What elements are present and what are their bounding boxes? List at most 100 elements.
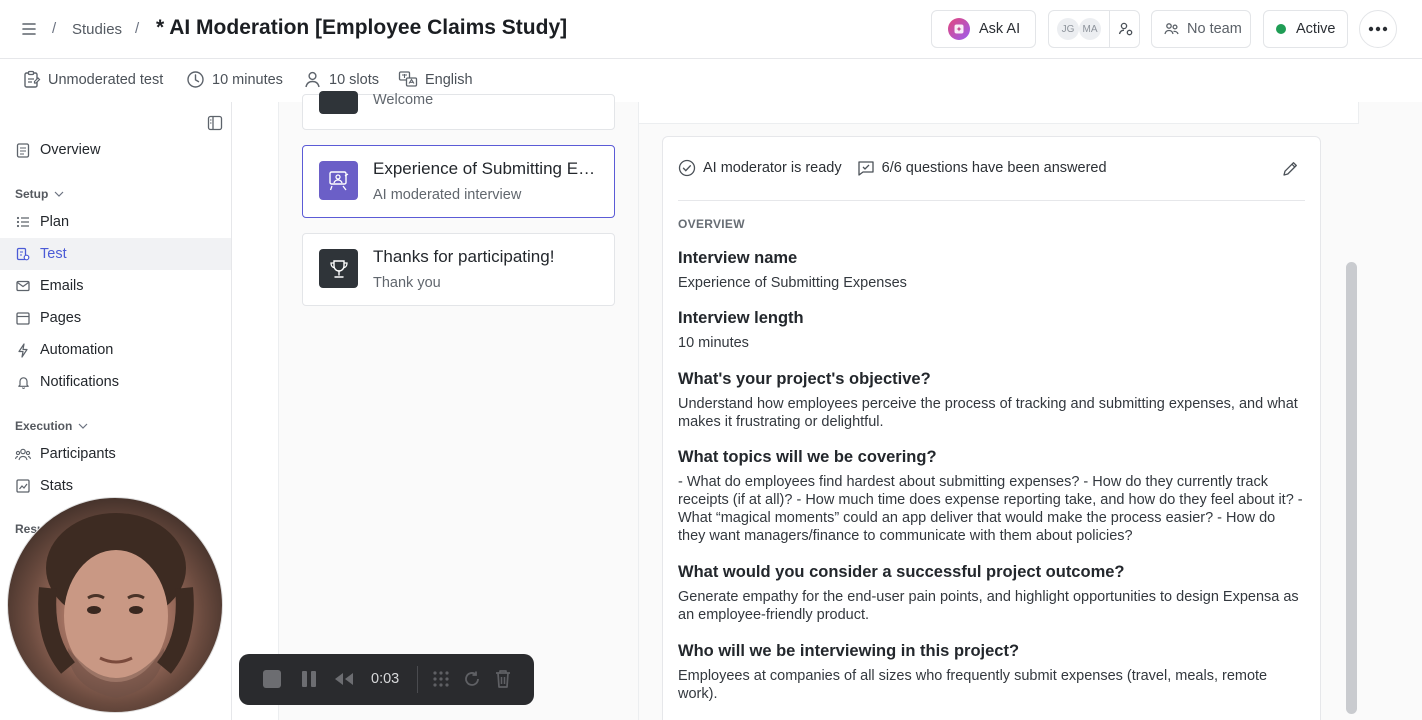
divider	[1109, 11, 1110, 47]
language-label: English	[425, 71, 473, 88]
chevron-down-icon	[54, 191, 64, 197]
bell-icon	[15, 375, 31, 389]
rewind-icon	[335, 673, 353, 685]
step-card-ai-interview[interactable]: Experience of Submitting Expenses AI mod…	[302, 145, 615, 218]
collaborators-group[interactable]: JG MA	[1048, 10, 1140, 48]
ask-ai-button[interactable]: Ask AI	[931, 10, 1036, 48]
sidebar-item-emails[interactable]: Emails	[0, 270, 231, 302]
team-selector-button[interactable]: No team	[1151, 10, 1251, 48]
webcam-preview[interactable]	[7, 497, 223, 713]
avatar[interactable]: MA	[1079, 18, 1101, 40]
field-heading: What's your project's objective?	[678, 370, 931, 388]
test-duration: 10 minutes	[186, 70, 283, 89]
step-title: Experience of Submitting Expenses	[373, 159, 598, 178]
recording-timer: 0:03	[371, 671, 400, 687]
rewind-button[interactable]	[333, 668, 355, 690]
drag-handle[interactable]	[430, 668, 452, 690]
field-heading: Interview name	[678, 249, 798, 267]
sidebar-collapse-icon[interactable]	[206, 114, 224, 132]
restart-recording-button[interactable]	[461, 668, 483, 690]
sidebar-item-label: Participants	[40, 446, 116, 462]
browser-window-icon	[15, 311, 31, 325]
sidebar-item-notifications[interactable]: Notifications	[0, 366, 231, 398]
breadcrumb-separator: /	[52, 20, 57, 37]
duration-label: 10 minutes	[212, 71, 283, 88]
envelope-icon	[15, 280, 31, 292]
test-steps-column: Welcome Experience of Submitting Expense…	[232, 91, 639, 720]
chat-check-icon	[857, 159, 875, 177]
ai-sparkle-icon	[948, 18, 970, 40]
details-header-strip	[639, 102, 1359, 124]
sidebar-item-label: Notifications	[40, 374, 119, 390]
step-title: Thanks for participating!	[373, 247, 555, 266]
restart-icon	[465, 671, 479, 686]
field-value: Experience of Submitting Expenses	[678, 275, 907, 291]
sidebar-item-plan[interactable]: Plan	[0, 206, 231, 238]
lightning-icon	[15, 342, 31, 358]
sidebar-item-participants[interactable]: Participants	[0, 438, 231, 470]
section-label: Execution	[15, 419, 73, 433]
field-heading: What topics will we be covering?	[678, 448, 937, 466]
sidebar-item-label: Emails	[40, 278, 84, 294]
user-permissions-icon[interactable]	[1118, 21, 1134, 37]
stop-recording-button[interactable]	[261, 668, 283, 690]
chart-icon	[15, 479, 31, 493]
breadcrumb-separator: /	[135, 20, 140, 37]
slots-label: 10 slots	[329, 71, 379, 88]
study-status-button[interactable]: Active	[1263, 10, 1348, 48]
overview-section-label: OVERVIEW	[678, 217, 745, 231]
sidebar-item-label: Pages	[40, 310, 82, 326]
clock-icon	[186, 70, 205, 89]
field-heading: Interview length	[678, 309, 804, 327]
sidebar-item-automation[interactable]: Automation	[0, 334, 231, 366]
stop-icon	[263, 670, 281, 688]
sidebar-item-pages[interactable]: Pages	[0, 302, 231, 334]
field-value: Employees at companies of all sizes who …	[678, 668, 1268, 702]
sidebar-section-setup[interactable]: Setup	[15, 187, 64, 201]
pause-recording-button[interactable]	[298, 668, 320, 690]
more-horizontal-icon	[1368, 26, 1388, 32]
sidebar-item-label: Stats	[40, 478, 74, 494]
step-details-column: AI moderator is ready 6/6 questions have…	[639, 102, 1422, 720]
more-options-button[interactable]	[1359, 10, 1397, 48]
drag-grid-icon	[433, 671, 449, 687]
translate-icon	[398, 70, 418, 89]
check-circle-icon	[678, 159, 696, 177]
status-dot-icon	[1276, 24, 1286, 34]
sidebar-item-label: Plan	[40, 214, 70, 230]
avatar[interactable]: JG	[1057, 18, 1079, 40]
section-label: Setup	[15, 187, 49, 201]
delete-recording-button[interactable]	[492, 668, 514, 690]
trophy-icon	[319, 249, 358, 288]
field-heading: What would you consider a successful pro…	[678, 563, 1125, 581]
test-type: Unmoderated test	[22, 70, 163, 89]
scrollbar-thumb[interactable]	[1346, 262, 1357, 714]
sidebar-section-execution[interactable]: Execution	[15, 419, 88, 433]
welcome-step-icon	[319, 91, 358, 114]
step-card-welcome[interactable]: Welcome	[302, 91, 615, 130]
status-label: Active	[1296, 21, 1336, 37]
participants-icon	[15, 448, 31, 461]
pencil-edit-icon[interactable]	[1280, 159, 1300, 179]
step-subtitle: AI moderated interview	[373, 187, 522, 203]
clipboard-icon	[22, 70, 41, 89]
breadcrumb-studies-link[interactable]: Studies	[72, 21, 122, 38]
recording-control-bar: 0:03	[239, 654, 534, 705]
sidebar-item-overview[interactable]: Overview	[0, 134, 231, 166]
document-icon	[15, 142, 31, 158]
moderator-status-row: AI moderator is ready 6/6 questions have…	[678, 159, 1107, 177]
page-title[interactable]: * AI Moderation [Employee Claims Study]	[156, 16, 567, 40]
divider	[417, 666, 418, 693]
sidebar-item-test[interactable]: Test	[0, 238, 231, 270]
sidebar-item-label: Test	[40, 246, 67, 262]
step-card-thanks[interactable]: Thanks for participating! Thank you	[302, 233, 615, 306]
step-subtitle: Thank you	[373, 275, 441, 291]
test-type-label: Unmoderated test	[48, 71, 164, 88]
step-subtitle: Welcome	[373, 92, 434, 108]
field-value: Understand how employees perceive the pr…	[678, 396, 1298, 430]
team-label: No team	[1187, 21, 1242, 37]
hamburger-menu-icon[interactable]	[20, 20, 40, 38]
ai-moderator-panel: AI moderator is ready 6/6 questions have…	[662, 136, 1321, 720]
sidebar-item-label: Automation	[40, 342, 114, 358]
sidebar-item-label: Overview	[40, 142, 101, 158]
